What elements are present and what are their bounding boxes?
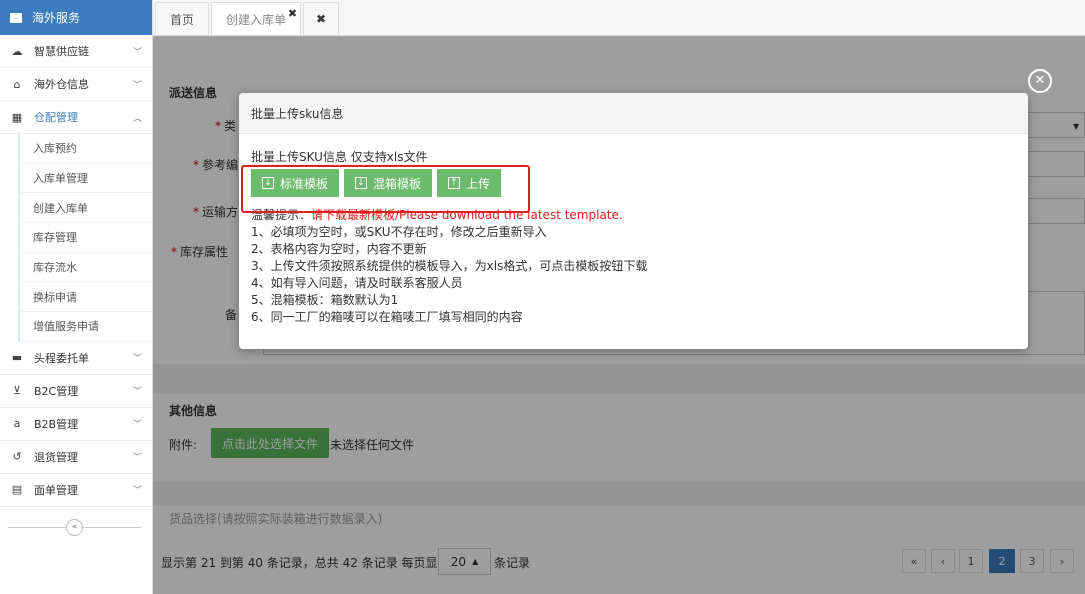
tip-line: 3、上传文件须按照系统提供的模板导入，为xls格式，可点击模板按钮下载 (251, 259, 648, 273)
sidebar-item-supply-chain[interactable]: ☁ 智慧供应链 ﹀ (0, 35, 152, 68)
modal-close-button[interactable]: ✕ (1028, 69, 1052, 93)
chevron-down-icon: ﹀ (132, 354, 142, 365)
tab-label: 创建入库单 (226, 12, 287, 27)
sidebar-item-label: B2B管理 (34, 417, 79, 431)
chevron-down-icon: ﹀ (132, 387, 142, 398)
sidebar-subitem-inbound-appointment[interactable]: 入库预约 (20, 134, 152, 164)
sidebar-item-label: 头程委托单 (34, 351, 89, 365)
amazon-icon: a (13, 417, 21, 431)
tab-home[interactable]: 首页 (155, 2, 210, 35)
collapse-sidebar-button[interactable]: « (66, 519, 83, 536)
grid-icon: ▦ (11, 110, 23, 124)
tip-line: 2、表格内容为空时，内容不更新 (251, 242, 427, 256)
home-icon: ⌂ (13, 77, 21, 91)
undo-icon: ↺ (12, 450, 22, 464)
sidebar: 海外服务 ☁ 智慧供应链 ﹀ ⌂ 海外仓信息 ﹀ ▦ 仓配管理 ︿ 入库预约 入… (0, 0, 153, 594)
tab-bar: 首页 创建入库单 ✖ ✖ (153, 0, 1085, 36)
sidebar-item-b2b[interactable]: a B2B管理 ﹀ (0, 408, 152, 441)
chevron-down-icon: ﹀ (132, 80, 142, 91)
highlight-box (241, 165, 530, 213)
sidebar-subitem-inventory[interactable]: 库存管理 (20, 223, 152, 253)
close-icon[interactable]: ✖ (288, 7, 297, 20)
tip-line: 4、如有导入问题，请及时联系客服人员 (251, 276, 463, 290)
chevron-down-icon: ﹀ (132, 486, 142, 497)
sidebar-item-b2c[interactable]: ⊻ B2C管理 ﹀ (0, 375, 152, 408)
sidebar-item-label: 仓配管理 (34, 111, 78, 124)
sidebar-item-label: B2C管理 (34, 384, 79, 398)
tip-line: 1、必填项为空时，或SKU不存在时，修改之后重新导入 (251, 225, 547, 239)
sidebar-subitem-value-added[interactable]: 增值服务申请 (20, 312, 152, 342)
cart-icon: ⊻ (12, 384, 22, 398)
sidebar-subitem-relabel[interactable]: 换标申请 (20, 282, 152, 313)
chevron-down-icon: ﹀ (132, 453, 142, 464)
chevron-up-icon: ︿ (132, 113, 142, 124)
document-icon: ▤ (11, 483, 23, 497)
tab-create-inbound[interactable]: 创建入库单 ✖ (211, 2, 302, 35)
sidebar-subitem-inventory-flow[interactable]: 库存流水 (20, 253, 152, 283)
folder-icon (10, 12, 22, 23)
sidebar-item-warehouse-mgmt[interactable]: ▦ 仓配管理 ︿ (0, 101, 152, 134)
upload-title: 批量上传SKU信息 仅支持xls文件 (251, 150, 428, 164)
sidebar-subitem-inbound-orders[interactable]: 入库单管理 (20, 164, 152, 194)
cloud-icon: ☁ (11, 44, 23, 58)
briefcase-icon: ▬ (11, 351, 23, 365)
chevron-down-icon: ﹀ (132, 420, 142, 431)
upload-sku-modal: 批量上传sku信息 批量上传SKU信息 仅支持xls文件 ↓ 标准模板 ↓ 混箱… (239, 93, 1028, 349)
sidebar-item-label: 智慧供应链 (34, 45, 89, 58)
tips: 温馨提示：请下载最新模板/Please download the latest … (251, 207, 1016, 326)
tip-line: 6、同一工厂的箱唛可以在箱唛工厂填写相同的内容 (251, 310, 523, 324)
sidebar-subitem-create-inbound[interactable]: 创建入库单 (20, 193, 152, 224)
sidebar-brand[interactable]: 海外服务 (0, 0, 152, 35)
sidebar-item-labels[interactable]: ▤ 面单管理 ﹀ (0, 474, 152, 507)
chevron-down-icon: ﹀ (132, 47, 142, 58)
tip-line: 5、混箱模板：箱数默认为1 (251, 293, 399, 307)
sidebar-item-label: 退货管理 (34, 450, 78, 464)
sidebar-item-label: 海外仓信息 (34, 78, 89, 91)
modal-title: 批量上传sku信息 (239, 93, 1028, 134)
sidebar-item-label: 面单管理 (34, 483, 78, 497)
sidebar-item-warehouse-info[interactable]: ⌂ 海外仓信息 ﹀ (0, 68, 152, 101)
close-all-tabs-button[interactable]: ✖ (303, 2, 340, 35)
sidebar-item-returns[interactable]: ↺ 退货管理 ﹀ (0, 441, 152, 474)
submenu: 入库预约 入库单管理 创建入库单 库存管理 库存流水 换标申请 增值服务申请 (18, 134, 152, 342)
sidebar-item-first-leg[interactable]: ▬ 头程委托单 ﹀ (0, 342, 152, 375)
sidebar-collapse: « (0, 512, 153, 542)
sidebar-brand-label: 海外服务 (32, 11, 81, 25)
